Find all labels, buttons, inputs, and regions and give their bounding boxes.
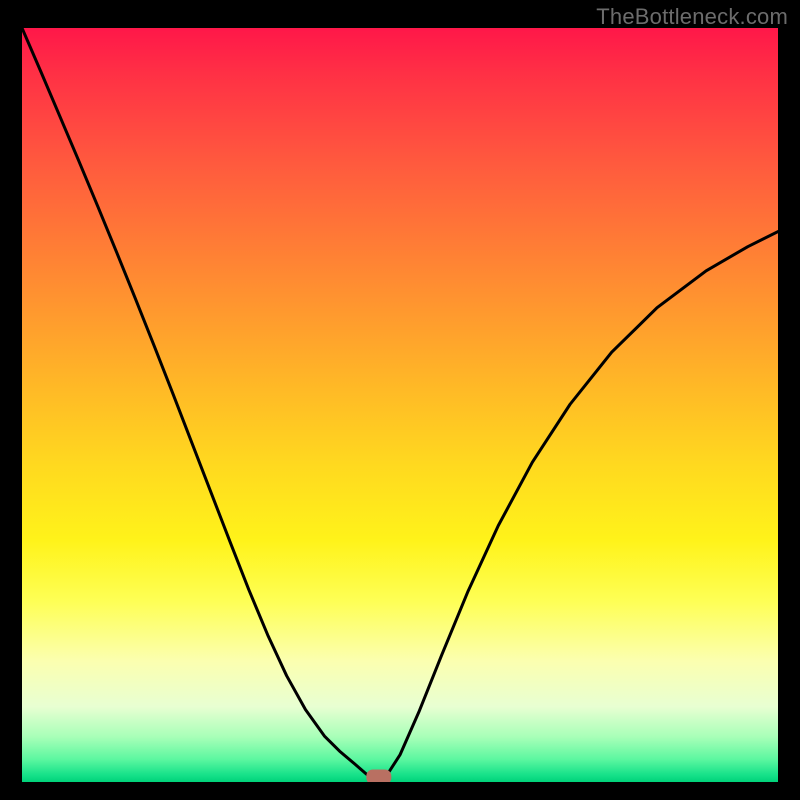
watermark-text: TheBottleneck.com [596, 4, 788, 30]
plot-area [22, 28, 778, 782]
chart-frame: TheBottleneck.com [0, 0, 800, 800]
min-marker [367, 770, 391, 782]
chart-svg [22, 28, 778, 782]
bottleneck-curve [22, 28, 778, 781]
